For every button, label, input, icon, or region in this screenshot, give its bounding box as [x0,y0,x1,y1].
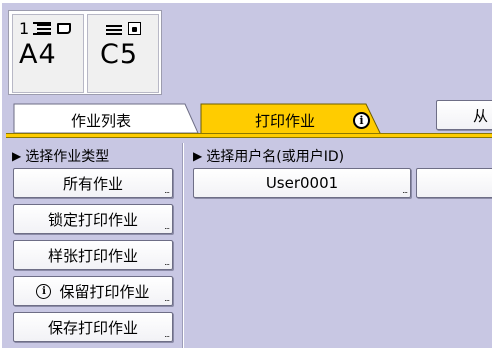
more-dots-icon: ... [164,330,170,339]
tab-label: 作业列表 [70,111,131,130]
button-label: 锁定打印作业 [47,210,138,229]
button-label: 保存打印作业 [47,318,138,337]
triangle-right-icon: ▶ [193,149,203,163]
more-dots-icon: ... [164,258,170,267]
more-dots-icon: ... [164,294,170,303]
sample-print-button[interactable]: 样张打印作业 ... [13,240,173,270]
paper-tray-panel: 1 A4 C5 [8,10,162,95]
tray-number: 1 [19,19,30,38]
hold-print-button[interactable]: i 保留打印作业 ... [13,276,173,306]
button-label: 保留打印作业 [59,282,150,301]
from-button-label: 从 [473,106,489,125]
envelope-stack-icon [106,25,122,35]
section-label-text: 选择用户名(或用户ID) [206,149,345,165]
tab-label: 打印作业 [254,111,315,130]
user-button-2[interactable] [416,168,492,198]
triangle-right-icon: ▶ [12,149,22,163]
lock-icon [128,22,141,35]
stored-print-button[interactable]: 保存打印作业 ... [13,312,173,342]
tray-paper-size: C5 [100,39,139,70]
section-divider [182,143,184,348]
button-label: 所有作业 [62,174,123,193]
user-button-user0001[interactable]: User0001 ... [193,168,411,198]
locked-print-button[interactable]: 锁定打印作业 ... [13,204,173,234]
section-label-text: 选择作业类型 [25,149,110,165]
more-dots-icon: ... [402,186,408,195]
all-jobs-button[interactable]: 所有作业 ... [13,168,173,198]
more-dots-icon: ... [164,186,170,195]
button-label: User0001 [265,174,339,192]
info-icon: i [36,283,52,299]
tray-paper-size: A4 [19,39,57,70]
tray-2-button[interactable]: C5 [87,14,159,93]
tab-print-jobs[interactable]: 打印作业 i [200,103,382,135]
tab-underline [6,133,492,138]
job-type-label: ▶ 选择作业类型 [12,146,109,166]
sheet-icon [57,23,71,34]
button-label: 样张打印作业 [47,246,138,265]
paper-stack-icon [33,22,51,35]
tray-1-button[interactable]: 1 A4 [12,14,84,93]
copier-screen: 1 A4 C5 作业列表 打印作业 i 从 ▶ 选择作业类型 ▶ 选择用户名(或… [0,0,492,348]
from-button[interactable]: 从 [436,100,492,130]
info-icon[interactable]: i [353,112,370,129]
tab-job-list[interactable]: 作业列表 [13,103,199,133]
user-select-label: ▶ 选择用户名(或用户ID) [193,146,344,166]
more-dots-icon: ... [164,222,170,231]
